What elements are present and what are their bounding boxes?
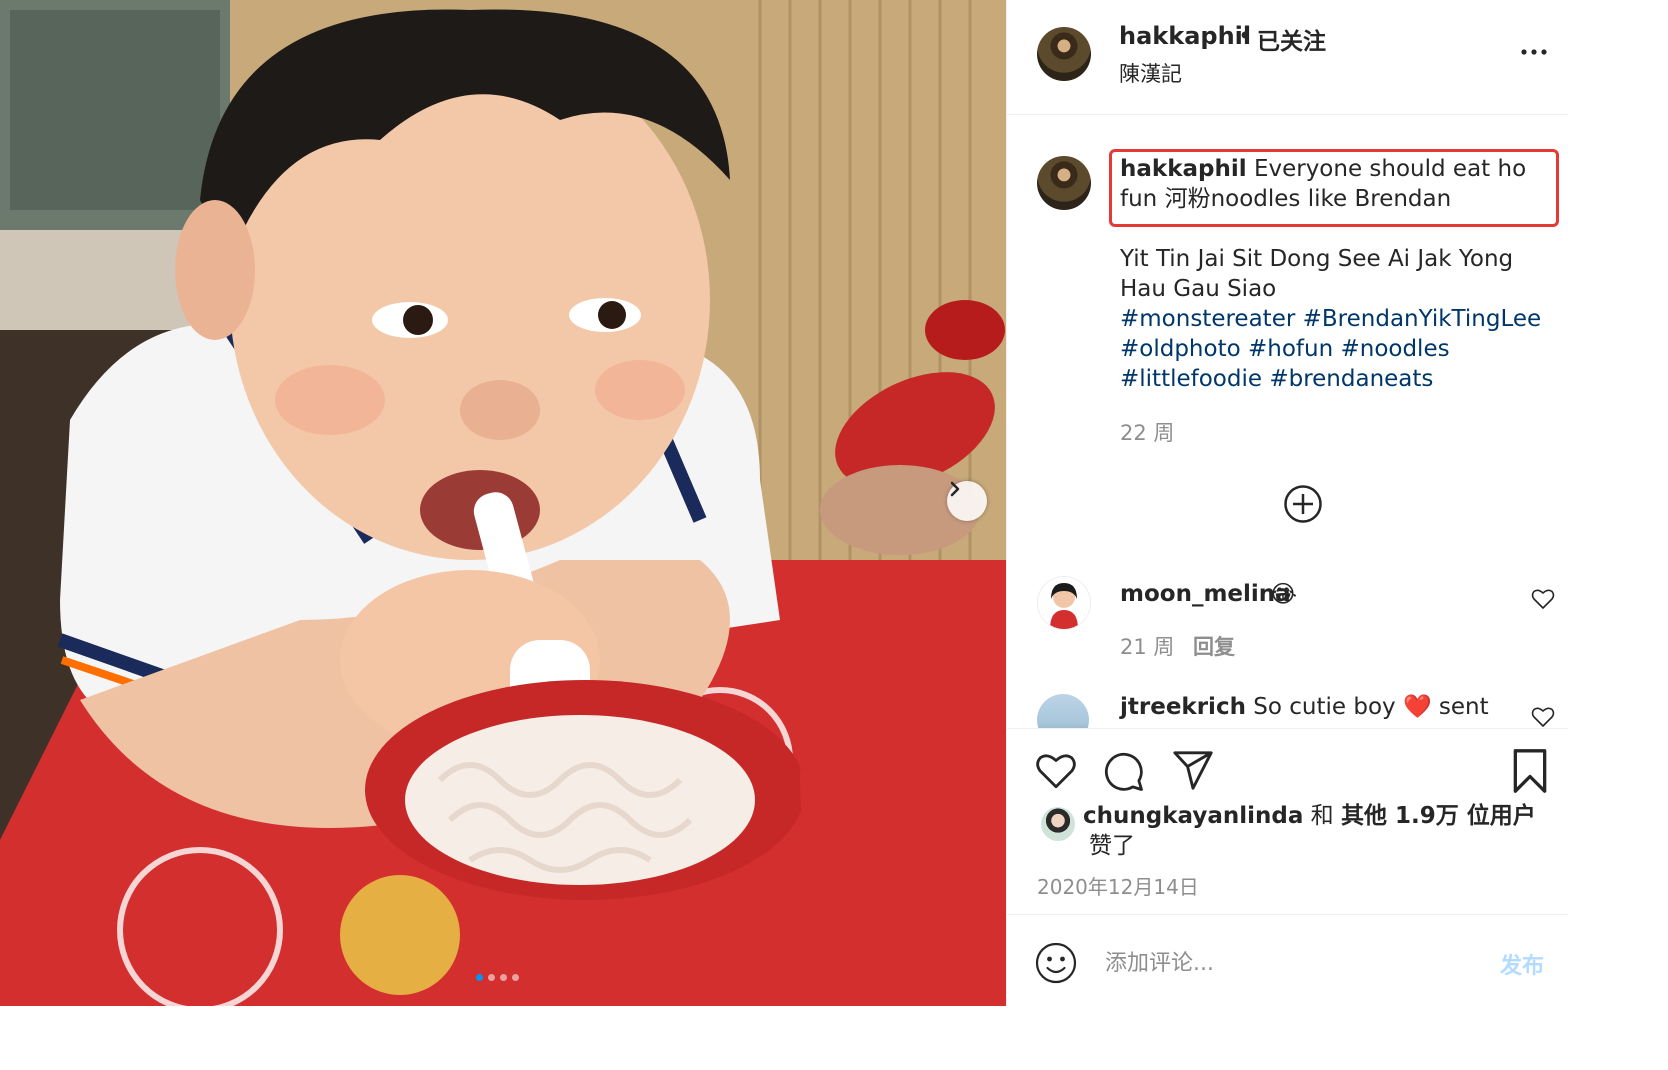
- commenter-avatar[interactable]: [1037, 694, 1089, 728]
- hashtag-link[interactable]: #monstereater: [1120, 306, 1295, 332]
- commenter-avatar[interactable]: [1037, 576, 1091, 630]
- carousel-dot: [512, 974, 519, 981]
- liker-avatar[interactable]: [1041, 807, 1075, 841]
- photo-illustration: [0, 0, 1006, 1006]
- post-actions: chungkayanlinda 和 其他 1.9万 位用户 赞了 2020年12…: [1007, 728, 1568, 915]
- follow-status-button[interactable]: 已关注: [1257, 22, 1326, 56]
- hashtag-link[interactable]: #noodles: [1340, 336, 1449, 362]
- red-cup: [800, 752, 1006, 1006]
- comment-timestamp[interactable]: 21 周: [1120, 631, 1174, 661]
- post-photo: [0, 0, 1006, 1006]
- comment-line: jtreekrich So cutie boy ❤️ sent: [1120, 693, 1489, 720]
- caption-timestamp[interactable]: 22 周: [1120, 417, 1174, 447]
- caption-username[interactable]: hakkaphil: [1120, 156, 1247, 182]
- add-comment-bar: 发布: [1007, 914, 1568, 1006]
- caption-body: Yit Tin Jai Sit Dong See Ai Jak Yong Hau…: [1120, 246, 1514, 302]
- emoji-icon[interactable]: [1035, 942, 1077, 984]
- reply-button[interactable]: 回复: [1193, 631, 1235, 661]
- hashtag-link[interactable]: #brendaneats: [1269, 366, 1433, 392]
- caption-hashtags: #monstereater #BrendanYikTingLee #oldpho…: [1120, 304, 1550, 394]
- comment-text: So cutie boy: [1253, 694, 1396, 720]
- load-more-comments-icon[interactable]: [1283, 484, 1323, 524]
- comment-emoji: ❤️: [1402, 694, 1432, 720]
- next-photo-button[interactable]: [947, 481, 987, 521]
- heart-icon[interactable]: [1531, 706, 1555, 728]
- heart-icon[interactable]: [1531, 588, 1555, 610]
- share-icon[interactable]: [1171, 751, 1215, 791]
- likes-connector: 和: [1310, 803, 1334, 829]
- comment-input[interactable]: [1103, 945, 1487, 981]
- author-username[interactable]: hakkaphil: [1119, 22, 1251, 50]
- hashtag-link[interactable]: #littlefoodie: [1120, 366, 1262, 392]
- commenter-username[interactable]: jtreekrich: [1120, 694, 1246, 720]
- comment-text-trail: sent: [1438, 694, 1489, 720]
- carousel-dot: [500, 974, 507, 981]
- like-heart-icon[interactable]: [1035, 751, 1077, 791]
- carousel-dot-active: [476, 974, 483, 981]
- commenter-avatar-art: [1050, 583, 1078, 629]
- hashtag-link[interactable]: #oldphoto: [1120, 336, 1241, 362]
- instagram-post-viewer: hakkaphil • 已关注 陳漢記 hakkaphil Everyone s…: [0, 0, 1568, 1006]
- header-separator: •: [1238, 22, 1253, 50]
- comment-icon[interactable]: [1103, 751, 1145, 793]
- hashtag-link[interactable]: #hofun: [1248, 336, 1333, 362]
- likes-summary: chungkayanlinda 和 其他 1.9万 位用户 赞了: [1083, 801, 1553, 861]
- comments-scroll-area[interactable]: hakkaphil Everyone should eat ho fun 河粉n…: [1007, 114, 1568, 728]
- commenter-username[interactable]: moon_melina: [1120, 581, 1291, 607]
- hashtag-link[interactable]: #BrendanYikTingLee: [1303, 306, 1542, 332]
- carousel-dot: [488, 974, 495, 981]
- caption-first-line: hakkaphil Everyone should eat ho fun 河粉n…: [1120, 154, 1550, 214]
- carousel-indicator: [476, 974, 519, 981]
- more-options-icon[interactable]: [1519, 40, 1549, 64]
- liker-username[interactable]: chungkayanlinda: [1083, 803, 1303, 829]
- bookmark-icon[interactable]: [1511, 749, 1549, 793]
- comment-emoji: 😂: [1269, 580, 1298, 608]
- post-header: hakkaphil • 已关注 陳漢記: [1007, 0, 1568, 115]
- caption-author-avatar[interactable]: [1037, 156, 1091, 210]
- likes-suffix: 赞了: [1089, 833, 1135, 859]
- post-side-panel: hakkaphil • 已关注 陳漢記 hakkaphil Everyone s…: [1006, 0, 1568, 1006]
- post-comment-button[interactable]: 发布: [1500, 948, 1544, 980]
- chevron-right-icon: [950, 481, 960, 497]
- post-location[interactable]: 陳漢記: [1119, 58, 1182, 88]
- likes-others-button[interactable]: 其他 1.9万 位用户: [1341, 803, 1536, 829]
- post-date[interactable]: 2020年12月14日: [1037, 871, 1199, 900]
- ho-fun-noodles: [405, 715, 755, 885]
- author-avatar[interactable]: [1037, 27, 1091, 81]
